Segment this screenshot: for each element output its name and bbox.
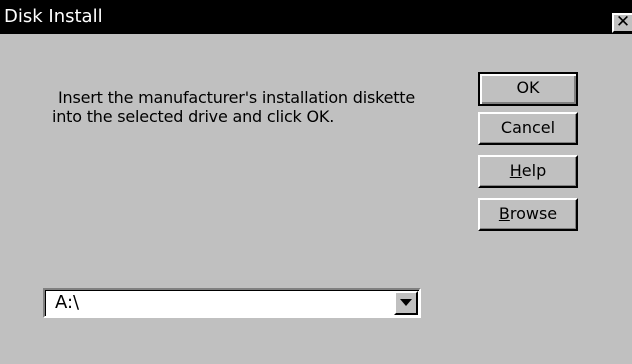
ok-button-label: OK [516,78,540,97]
title-bar[interactable]: Disk Install [0,0,632,34]
message-line-1: Insert the manufacturer's installation d… [58,88,416,107]
message-line-2: into the selected drive and click OK. [52,107,335,126]
window-title: Disk Install [4,6,103,27]
cancel-button[interactable]: Cancel [478,112,578,145]
chevron-down-icon [400,299,412,306]
cancel-button-label: Cancel [500,118,556,137]
disk-install-dialog: Disk Install ✕ Insert the manufacturer's… [0,0,632,364]
drive-select-dropdown-button[interactable] [394,291,418,315]
close-button[interactable]: ✕ [612,13,632,33]
drive-select[interactable]: A:\ [43,288,421,318]
drive-select-value: A:\ [55,292,80,313]
instruction-message: Insert the manufacturer's installation d… [52,88,452,126]
help-button[interactable]: Help [478,155,578,188]
help-button-mnemonic: H [509,161,522,180]
browse-button-label: rowse [509,204,558,223]
browse-button-mnemonic: B [498,204,510,223]
browse-button[interactable]: Browse [478,198,578,231]
ok-button[interactable]: OK [478,72,578,106]
close-icon: ✕ [615,12,631,32]
help-button-label: elp [521,161,547,180]
